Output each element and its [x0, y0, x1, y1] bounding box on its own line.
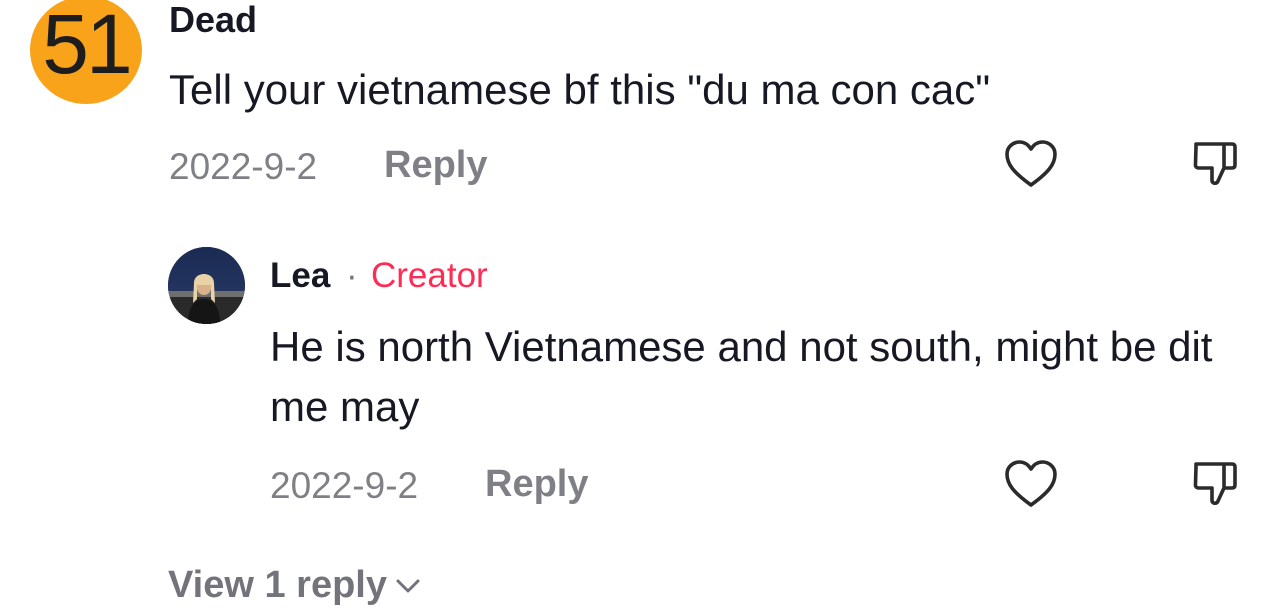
- view-replies-label: View 1 reply: [168, 564, 387, 606]
- reply-like-button[interactable]: [1001, 454, 1061, 514]
- thumbs-down-outline-icon: [1193, 462, 1237, 506]
- dislike-button[interactable]: [1186, 134, 1246, 194]
- creator-badge: Creator: [371, 256, 488, 295]
- chevron-down-icon: [396, 579, 420, 593]
- thumbs-down-outline-icon: [1193, 142, 1237, 186]
- reply-username[interactable]: Lea: [270, 256, 330, 296]
- reply-reply-button[interactable]: Reply: [485, 464, 588, 504]
- view-replies-button[interactable]: View 1 reply: [168, 563, 421, 607]
- comment-reply-button[interactable]: Reply: [384, 145, 487, 185]
- heart-outline-icon: [1005, 140, 1057, 187]
- comment-text: Tell your vietnamese bf this "du ma con …: [169, 66, 991, 113]
- avatar-lea[interactable]: [168, 247, 245, 324]
- reply-text: He is north Vietnamese and not south, mi…: [270, 323, 1213, 430]
- separator-dot: ·: [346, 256, 358, 295]
- comment-date: 2022-9-2: [169, 146, 318, 187]
- comment-username[interactable]: Dead: [169, 0, 257, 40]
- like-button[interactable]: [1001, 134, 1061, 194]
- heart-outline-icon: [1005, 460, 1057, 507]
- avatar-dead[interactable]: 51: [30, 0, 142, 104]
- reply-dislike-button[interactable]: [1186, 454, 1246, 514]
- reply-date: 2022-9-2: [270, 465, 419, 506]
- avatar-text: 51: [42, 0, 132, 91]
- avatar-photo: [168, 247, 245, 324]
